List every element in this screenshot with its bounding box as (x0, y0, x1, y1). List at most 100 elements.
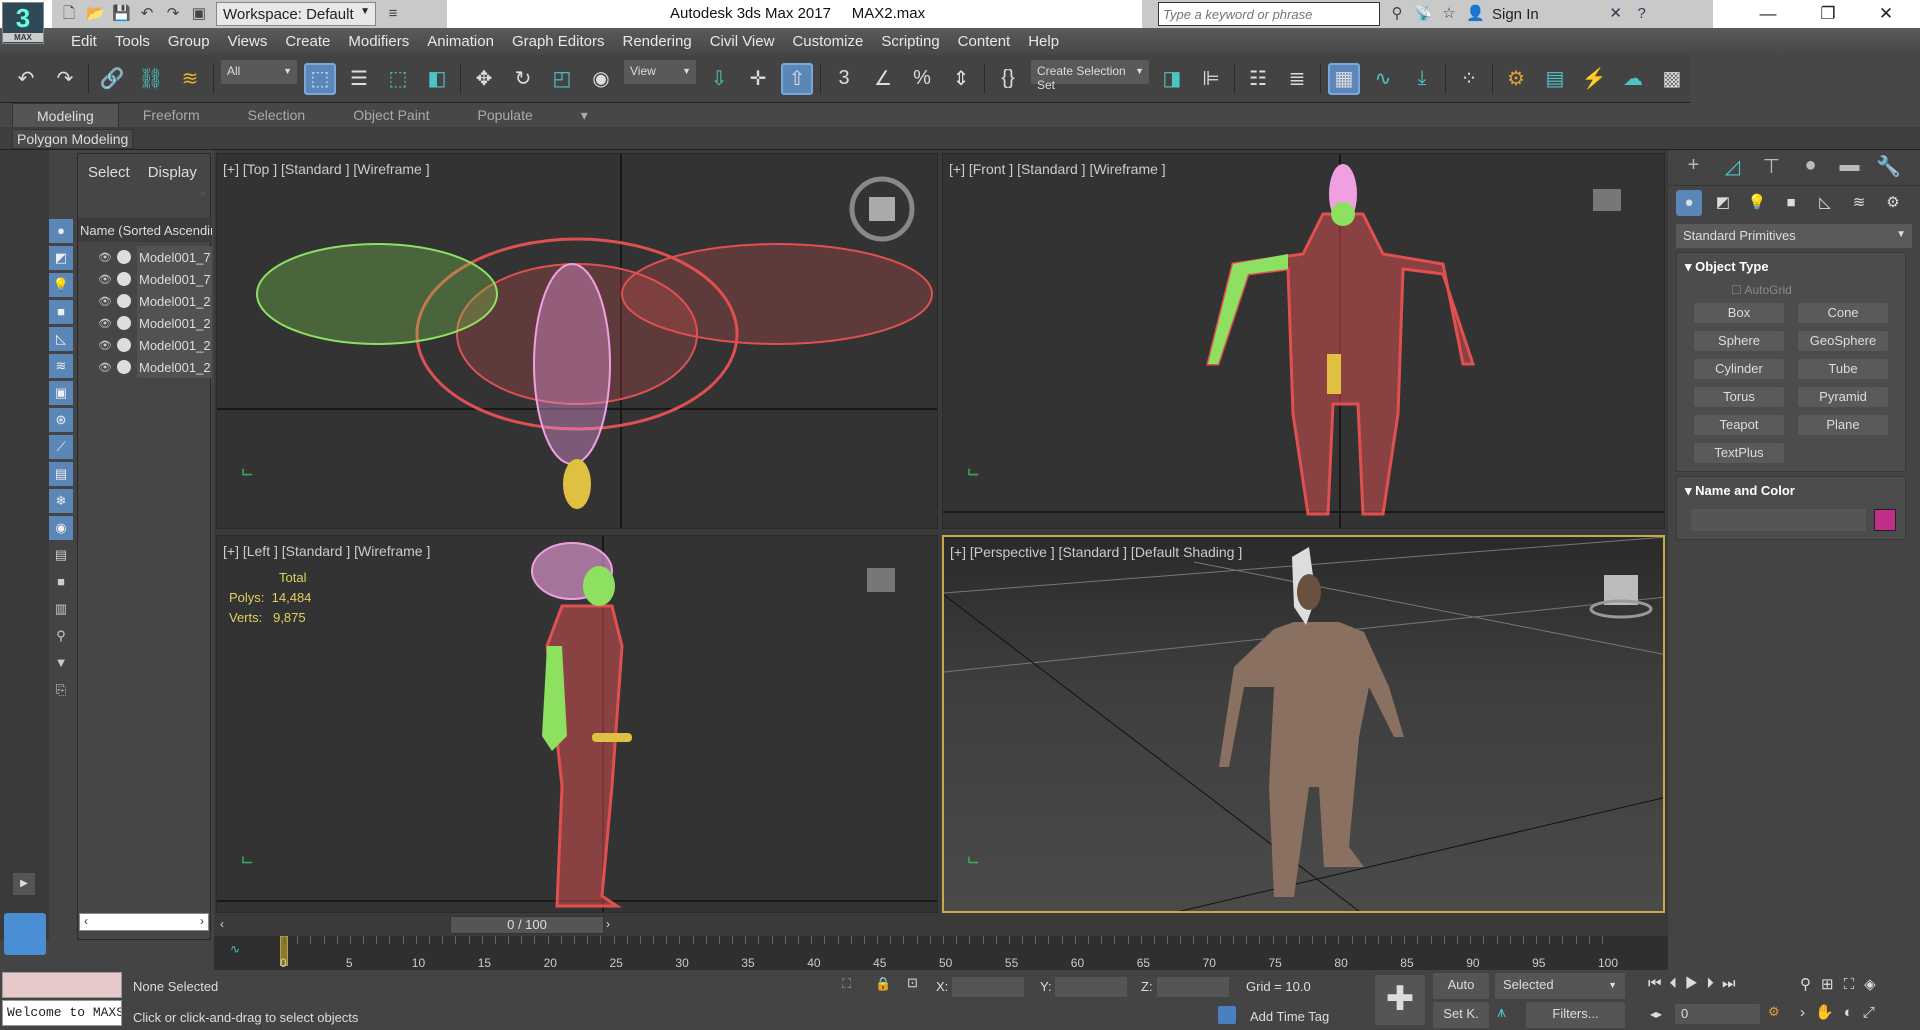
go-to-start-icon[interactable]: ⏮ (1648, 975, 1670, 992)
maximize-viewport-icon[interactable]: ⤢ (1863, 1004, 1885, 1021)
edit-named-selection-icon[interactable]: {} (992, 63, 1024, 95)
clipboard-icon[interactable]: ⎘ (49, 678, 73, 702)
bones-filter-icon[interactable]: ⟋ (49, 435, 73, 459)
search-input[interactable] (1158, 2, 1380, 26)
toggle-ribbon-icon[interactable]: ▦ (1328, 62, 1360, 95)
viewport-layouts-icon[interactable] (4, 913, 46, 955)
viewport-label[interactable]: [+] [Perspective ] [Standard ] [Default … (950, 544, 1242, 560)
move-icon[interactable]: ✥ (468, 63, 500, 95)
communication-center-icon[interactable]: 📡 (1414, 5, 1433, 23)
field-of-view-icon[interactable]: › (1800, 1004, 1815, 1021)
modify-tab-icon[interactable]: ◿ (1713, 154, 1752, 181)
place-icon[interactable]: ◉ (585, 63, 617, 95)
viewport-label[interactable]: [+] [Front ] [Standard ] [Wireframe ] (949, 161, 1166, 177)
key-tangent-icon[interactable]: ⩚ (1497, 1004, 1506, 1022)
curve-editor-icon[interactable]: ∿ (1367, 63, 1399, 95)
render-production-icon[interactable]: ⚡ (1578, 63, 1610, 95)
utilities-tab-icon[interactable]: 🔧 (1869, 154, 1908, 181)
menu-scripting[interactable]: Scripting (872, 28, 948, 55)
explorer-item[interactable]: 👁 Model001_2 (78, 290, 212, 312)
add-time-tag[interactable]: Add Time Tag (1250, 1009, 1329, 1024)
helpers-icon[interactable]: ◺ (1812, 190, 1838, 216)
freeze-toggle-icon[interactable] (117, 272, 131, 286)
explorer-tab-select[interactable]: Select (88, 164, 130, 181)
visibility-eye-icon[interactable]: 👁 (98, 317, 114, 330)
y-coordinate-input[interactable] (1055, 977, 1127, 997)
name-column-header[interactable]: Name (Sorted Ascending) (78, 218, 212, 242)
hierarchy-tab-icon[interactable]: ⊤ (1752, 154, 1791, 181)
explorer-item[interactable]: 👁 Model001_7 (78, 268, 212, 290)
textplus-button[interactable]: TextPlus (1694, 443, 1784, 463)
scroll-left-icon[interactable]: ‹ (84, 914, 88, 930)
lights-icon[interactable]: 💡 (1744, 190, 1770, 216)
visibility-eye-icon[interactable]: 👁 (98, 339, 114, 352)
auto-key-button[interactable]: Auto (1433, 973, 1489, 999)
display-all-icon[interactable]: ▤ (49, 543, 73, 567)
rendered-frame-window-icon[interactable]: ▤ (1539, 63, 1571, 95)
selection-lock-icon[interactable]: 🔒 (875, 976, 891, 992)
visibility-eye-icon[interactable]: 👁 (98, 361, 114, 374)
project-folder-icon[interactable]: ▣ (190, 5, 208, 23)
explorer-item[interactable]: 👁 Model001_2 (78, 334, 212, 356)
menu-edit[interactable]: Edit (62, 28, 106, 55)
geosphere-button[interactable]: GeoSphere (1798, 331, 1888, 351)
create-tab-icon[interactable]: + (1674, 154, 1713, 181)
find-filter-icon[interactable]: ⚲ (49, 624, 73, 648)
invert-display-icon[interactable]: ▥ (49, 597, 73, 621)
minimize-button[interactable]: — (1748, 4, 1788, 24)
groups-filter-icon[interactable]: ▣ (49, 381, 73, 405)
cone-button[interactable]: Cone (1798, 303, 1888, 323)
geometry-filter-icon[interactable]: ● (49, 219, 73, 243)
filter-icon[interactable]: ▼ (49, 651, 73, 675)
binoculars-icon[interactable]: ⚲ (1388, 5, 1406, 23)
teapot-button[interactable]: Teapot (1694, 415, 1784, 435)
scroll-right-icon[interactable]: › (200, 914, 204, 930)
open-file-icon[interactable]: 📂 (86, 5, 105, 23)
isolate-selection-icon[interactable]: ⛶ (842, 976, 851, 992)
rotate-icon[interactable]: ↻ (507, 63, 539, 95)
redo-icon[interactable]: ↷ (49, 63, 81, 95)
viewport-label[interactable]: [+] [Top ] [Standard ] [Wireframe ] (223, 161, 430, 177)
space-warps-icon[interactable]: ≋ (1846, 190, 1872, 216)
new-file-icon[interactable]: 🗋 (60, 5, 78, 23)
reference-coordinate-dropdown[interactable]: View ▼ (624, 60, 696, 84)
pivot-center-icon[interactable]: ⇩ (703, 63, 735, 95)
restore-button[interactable]: ❐ (1808, 4, 1848, 24)
next-frame-icon[interactable]: ⏵ (1706, 975, 1722, 992)
maxscript-listener-mini[interactable] (2, 972, 122, 998)
menu-graph-editors[interactable]: Graph Editors (503, 28, 614, 55)
x-coordinate-input[interactable] (952, 977, 1024, 997)
time-tag-icon[interactable] (1218, 1006, 1236, 1024)
help-icon[interactable]: ? (1633, 5, 1651, 23)
display-tab-icon[interactable]: ▬ (1830, 154, 1869, 181)
shapes-filter-icon[interactable]: ◩ (49, 246, 73, 270)
time-slider[interactable]: ‹ 0 / 100 › (214, 914, 1668, 936)
link-icon[interactable]: 🔗 (96, 63, 128, 95)
category-dropdown[interactable]: Standard Primitives ▼ (1676, 224, 1912, 248)
zoom-extents-all-icon[interactable]: ◈ (1864, 976, 1886, 993)
key-mode-toggle-icon[interactable]: ◂▸ (1650, 1007, 1662, 1021)
box-button[interactable]: Box (1694, 303, 1784, 323)
ribbon-tab-freeform[interactable]: Freeform (119, 103, 224, 127)
viewport-perspective[interactable]: [+] [Perspective ] [Standard ] [Default … (942, 535, 1665, 913)
mirror-icon[interactable]: ◨ (1156, 63, 1188, 95)
material-editor-icon[interactable]: ⁘ (1453, 63, 1485, 95)
layer-explorer-icon[interactable]: ≣ (1281, 63, 1313, 95)
render-setup-icon[interactable]: ⚙ (1500, 63, 1532, 95)
autogrid-checkbox[interactable]: ☐ AutoGrid (1677, 277, 1905, 301)
viewport-top[interactable]: [+] [Top ] [Standard ] [Wireframe ] (216, 153, 938, 529)
freeze-toggle-icon[interactable] (117, 360, 131, 374)
cameras-filter-icon[interactable]: ■ (49, 300, 73, 324)
menu-modifiers[interactable]: Modifiers (339, 28, 418, 55)
zoom-all-icon[interactable]: ⊞ (1821, 976, 1844, 993)
freeze-toggle-icon[interactable] (117, 338, 131, 352)
spacewarps-filter-icon[interactable]: ≋ (49, 354, 73, 378)
viewport-front[interactable]: [+] [Front ] [Standard ] [Wireframe ] (942, 153, 1665, 529)
cameras-icon[interactable]: ■ (1778, 190, 1804, 216)
visibility-eye-icon[interactable]: 👁 (98, 273, 114, 286)
play-icon[interactable]: ▶ (1685, 975, 1706, 992)
zoom-icon[interactable]: ⚲ (1800, 976, 1821, 993)
app-menu-button[interactable]: 3 MAX (2, 2, 44, 44)
percent-snap-icon[interactable]: % (906, 63, 938, 95)
shapes-icon[interactable]: ◩ (1710, 190, 1736, 216)
